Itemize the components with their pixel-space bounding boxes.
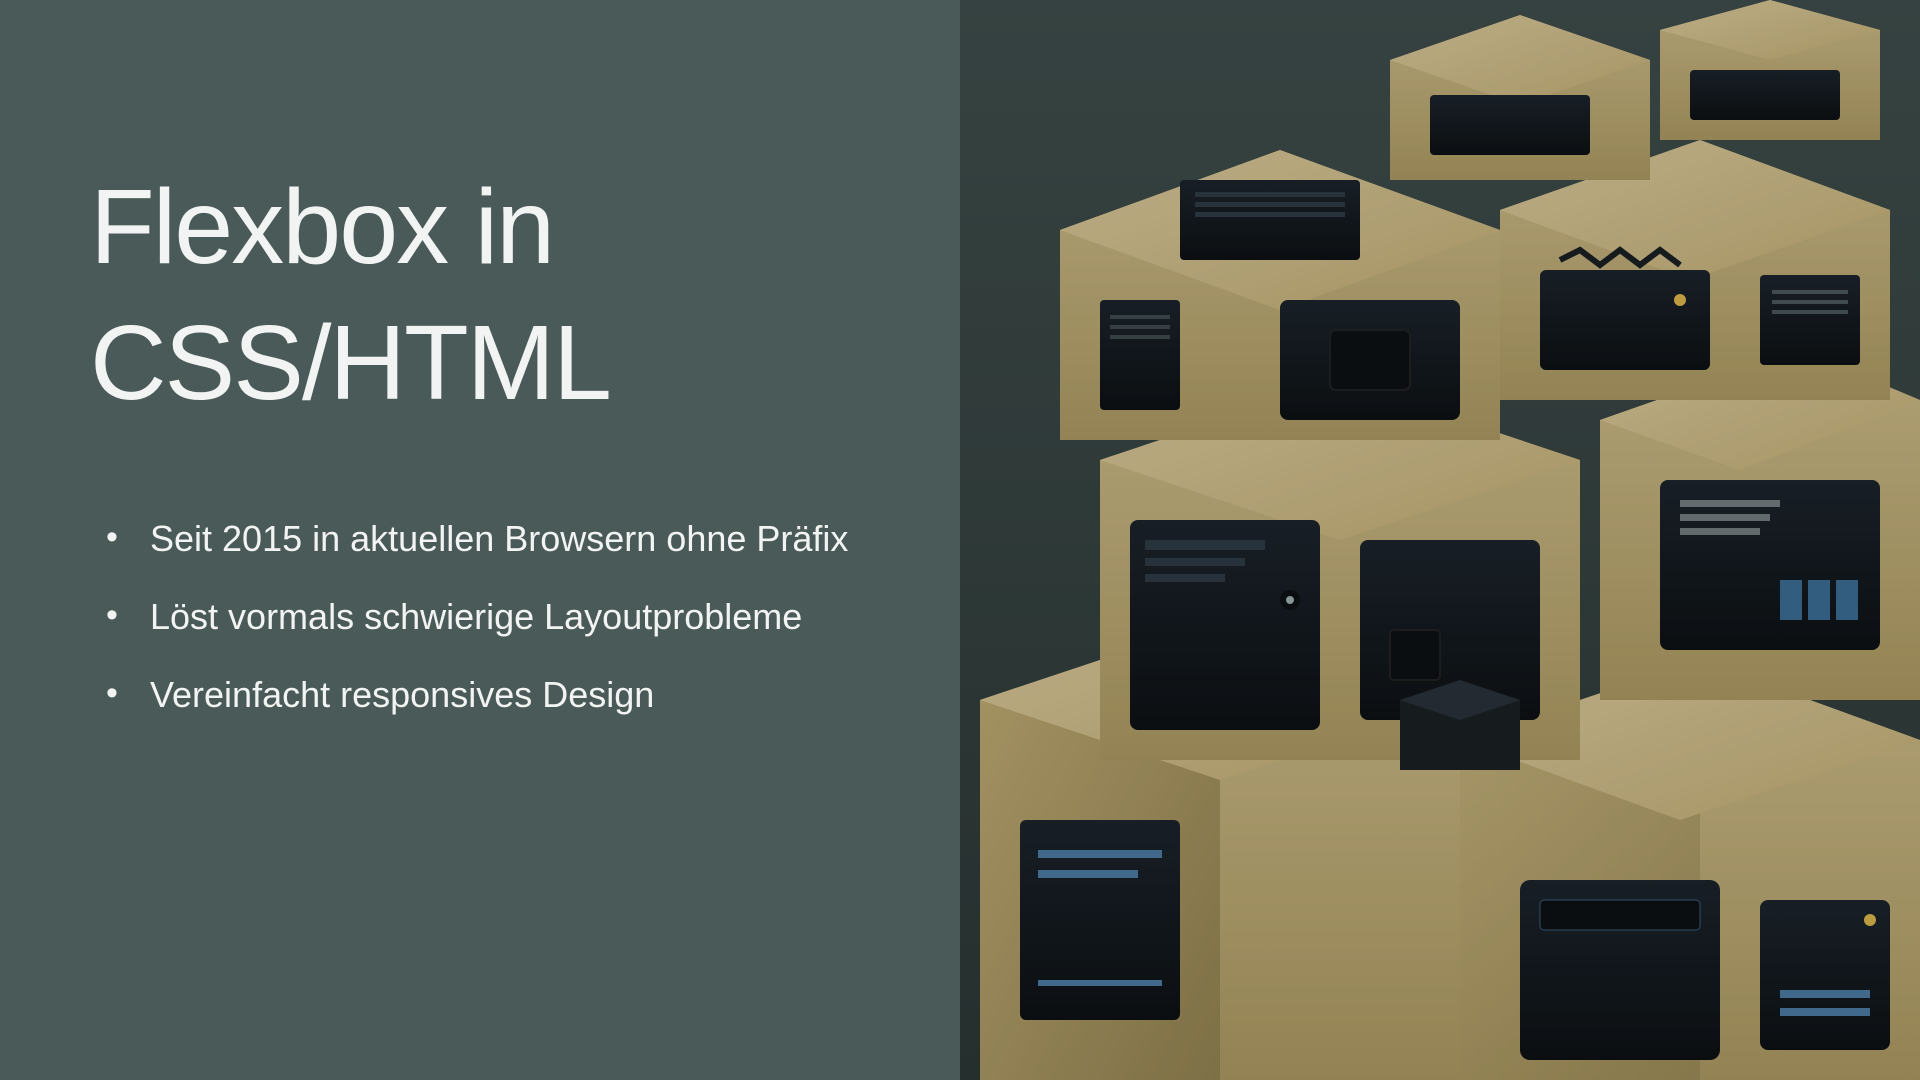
stacked-boxes-illustration [960, 0, 1920, 1080]
slide-text-panel: Flexbox in CSS/HTML Seit 2015 in aktuell… [0, 0, 960, 1080]
list-item: Löst vormals schwierige Layoutprobleme [100, 589, 880, 645]
slide-title: Flexbox in CSS/HTML [90, 160, 880, 431]
list-item: Seit 2015 in aktuellen Browsern ohne Prä… [100, 511, 880, 567]
list-item: Vereinfacht responsives Design [100, 667, 880, 723]
slide-bullet-list: Seit 2015 in aktuellen Browsern ohne Prä… [90, 511, 880, 722]
slide-image-panel [960, 0, 1920, 1080]
